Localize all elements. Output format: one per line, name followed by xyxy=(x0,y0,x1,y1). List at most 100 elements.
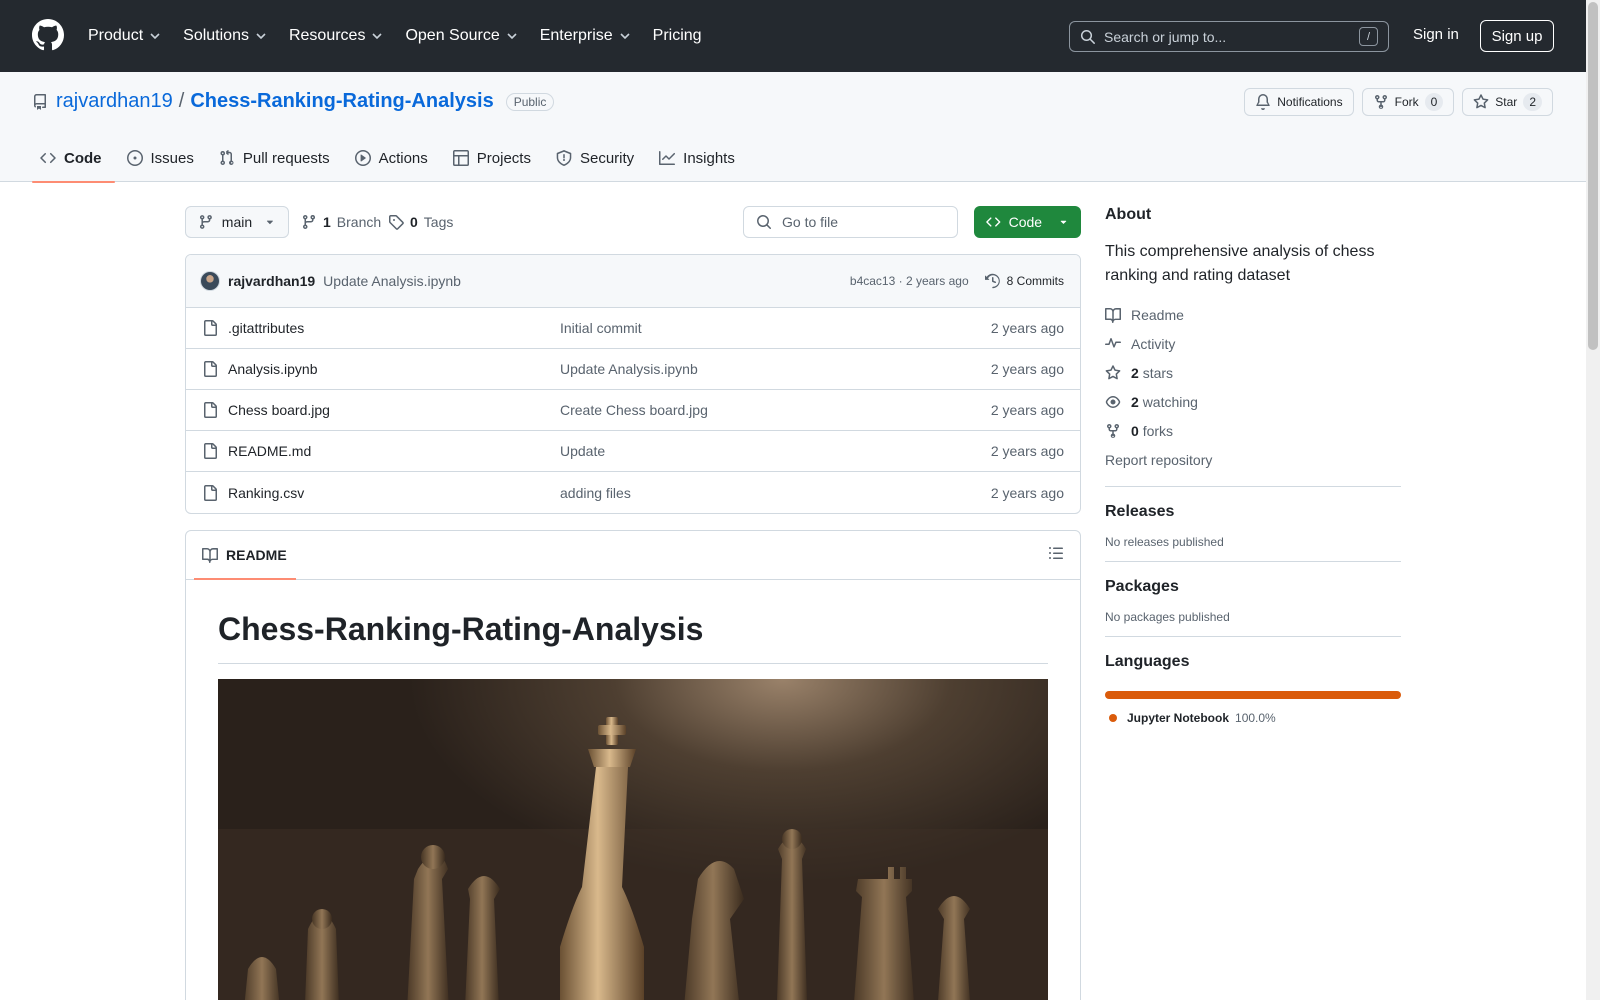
releases-section: Releases No releases published xyxy=(1105,486,1401,549)
file-commit-message[interactable]: Update Analysis.ipynb xyxy=(560,361,991,377)
readme-divider xyxy=(218,663,1048,664)
repo-separator: / xyxy=(178,90,185,112)
releases-heading[interactable]: Releases xyxy=(1105,503,1401,521)
forks-link[interactable]: 0 forks xyxy=(1105,416,1401,445)
tab-code[interactable]: Code xyxy=(32,134,115,183)
github-logo-icon[interactable] xyxy=(32,19,64,51)
activity-link[interactable]: Activity xyxy=(1105,329,1401,358)
repo-icon xyxy=(33,93,46,110)
code-icon xyxy=(40,152,56,164)
tab-pull-requests[interactable]: Pull requests xyxy=(211,134,343,182)
file-name-link[interactable]: README.md xyxy=(228,443,560,459)
global-search-input[interactable]: Search or jump to... / xyxy=(1069,21,1389,52)
nav-solutions[interactable]: Solutions xyxy=(183,27,267,45)
repo-sidebar: About This comprehensive analysis of che… xyxy=(1105,206,1401,725)
tab-actions[interactable]: Actions xyxy=(347,134,441,182)
tags-link[interactable]: 0 Tags xyxy=(388,206,453,238)
code-dropdown-button[interactable]: Code xyxy=(974,206,1081,238)
file-commit-age: 2 years ago xyxy=(990,402,1064,418)
file-icon xyxy=(204,320,217,336)
file-name-link[interactable]: Analysis.ipynb xyxy=(228,361,560,377)
fork-button[interactable]: Fork 0 xyxy=(1361,88,1455,116)
outline-button[interactable] xyxy=(1048,545,1066,563)
bell-icon xyxy=(1256,94,1270,110)
file-name-link[interactable]: Ranking.csv xyxy=(228,485,560,501)
report-repository-link[interactable]: Report repository xyxy=(1105,445,1401,474)
packages-heading[interactable]: Packages xyxy=(1105,578,1401,596)
chevron-down-icon xyxy=(507,33,517,40)
watchers-link[interactable]: 2 watching xyxy=(1105,387,1401,416)
commit-author-link[interactable]: rajvardhan19 xyxy=(228,273,315,289)
file-commit-message[interactable]: adding files xyxy=(560,485,991,501)
repo-header: rajvardhan19 / Chess-Ranking-Rating-Anal… xyxy=(0,72,1600,183)
commit-hash-time[interactable]: b4cac13 · 2 years ago xyxy=(850,274,969,288)
eye-icon xyxy=(1105,395,1121,408)
chess-pieces-illustration xyxy=(218,717,1048,1000)
branch-select-button[interactable]: main xyxy=(185,206,289,238)
page-scrollbar[interactable] xyxy=(1586,0,1600,1000)
latest-commit-bar: rajvardhan19 Update Analysis.ipynb b4cac… xyxy=(186,255,1080,308)
nav-open-source[interactable]: Open Source xyxy=(405,27,517,45)
avatar[interactable] xyxy=(200,271,220,291)
file-commit-message[interactable]: Initial commit xyxy=(560,320,991,336)
file-commit-age: 2 years ago xyxy=(990,443,1064,459)
nav-pricing[interactable]: Pricing xyxy=(653,27,702,45)
git-branch-icon xyxy=(303,214,315,230)
chevron-down-icon xyxy=(150,33,160,40)
chevron-down-icon xyxy=(372,33,383,40)
file-name-link[interactable]: Chess board.jpg xyxy=(228,402,560,418)
star-count: 2 xyxy=(1523,93,1542,111)
tab-security[interactable]: Security xyxy=(548,134,647,182)
file-row[interactable]: Analysis.ipynb Update Analysis.ipynb 2 y… xyxy=(186,349,1080,390)
stars-link[interactable]: 2 stars xyxy=(1105,358,1401,387)
commits-history-link[interactable]: 8 Commits xyxy=(984,273,1064,289)
nav-enterprise[interactable]: Enterprise xyxy=(540,27,631,45)
repo-name-link[interactable]: Chess-Ranking-Rating-Analysis xyxy=(190,90,493,113)
tab-insights[interactable]: Insights xyxy=(651,134,748,182)
file-commit-message[interactable]: Update xyxy=(560,443,991,459)
file-row[interactable]: README.md Update 2 years ago xyxy=(186,431,1080,472)
branch-name: main xyxy=(221,214,253,230)
readme-tab[interactable]: README xyxy=(194,531,296,580)
star-button[interactable]: Star 2 xyxy=(1462,88,1553,116)
nav-product[interactable]: Product xyxy=(88,27,161,45)
triangle-down-icon xyxy=(267,220,274,225)
file-row[interactable]: Ranking.csv adding files 2 years ago xyxy=(186,472,1080,513)
sign-up-button[interactable]: Sign up xyxy=(1480,20,1554,52)
pulse-icon xyxy=(1105,337,1121,348)
repo-title: rajvardhan19 / Chess-Ranking-Rating-Anal… xyxy=(32,90,555,113)
file-commit-age: 2 years ago xyxy=(990,361,1064,377)
branches-link[interactable]: 1 Branch xyxy=(301,206,381,238)
scrollbar-thumb[interactable] xyxy=(1588,2,1598,350)
book-icon xyxy=(1105,307,1121,323)
commit-message-link[interactable]: Update Analysis.ipynb xyxy=(323,273,850,289)
file-row[interactable]: Chess board.jpg Create Chess board.jpg 2… xyxy=(186,390,1080,431)
language-item[interactable]: Jupyter Notebook 100.0% xyxy=(1105,711,1401,725)
repo-tabs: Code Issues Pull requests Actions Projec… xyxy=(32,134,752,183)
file-icon xyxy=(204,361,217,377)
chevron-down-icon xyxy=(256,33,266,40)
search-placeholder: Search or jump to... xyxy=(1104,28,1227,45)
file-row[interactable]: .gitattributes Initial commit 2 years ag… xyxy=(186,308,1080,349)
file-name-link[interactable]: .gitattributes xyxy=(228,320,560,336)
repo-owner-link[interactable]: rajvardhan19 xyxy=(56,90,173,113)
packages-section: Packages No packages published xyxy=(1105,561,1401,624)
star-icon xyxy=(1473,94,1489,109)
file-icon xyxy=(204,402,217,418)
tab-projects[interactable]: Projects xyxy=(445,134,544,182)
file-icon xyxy=(204,484,217,501)
notifications-button[interactable]: Notifications xyxy=(1244,88,1354,116)
file-commit-message[interactable]: Create Chess board.jpg xyxy=(560,402,991,418)
tag-icon xyxy=(389,215,404,230)
table-icon xyxy=(452,150,469,166)
tab-issues[interactable]: Issues xyxy=(119,134,207,182)
language-bar xyxy=(1105,691,1401,699)
go-to-file-input[interactable]: Go to file xyxy=(743,206,958,238)
nav-resources[interactable]: Resources xyxy=(289,27,383,45)
about-links: Readme Activity 2 stars 2 watching 0 for… xyxy=(1105,300,1401,474)
list-unordered-icon xyxy=(1049,547,1063,559)
readme-link[interactable]: Readme xyxy=(1105,300,1401,329)
packages-empty-text: No packages published xyxy=(1105,610,1230,624)
language-color-dot xyxy=(1109,714,1117,722)
sign-in-link[interactable]: Sign in xyxy=(1413,26,1459,43)
